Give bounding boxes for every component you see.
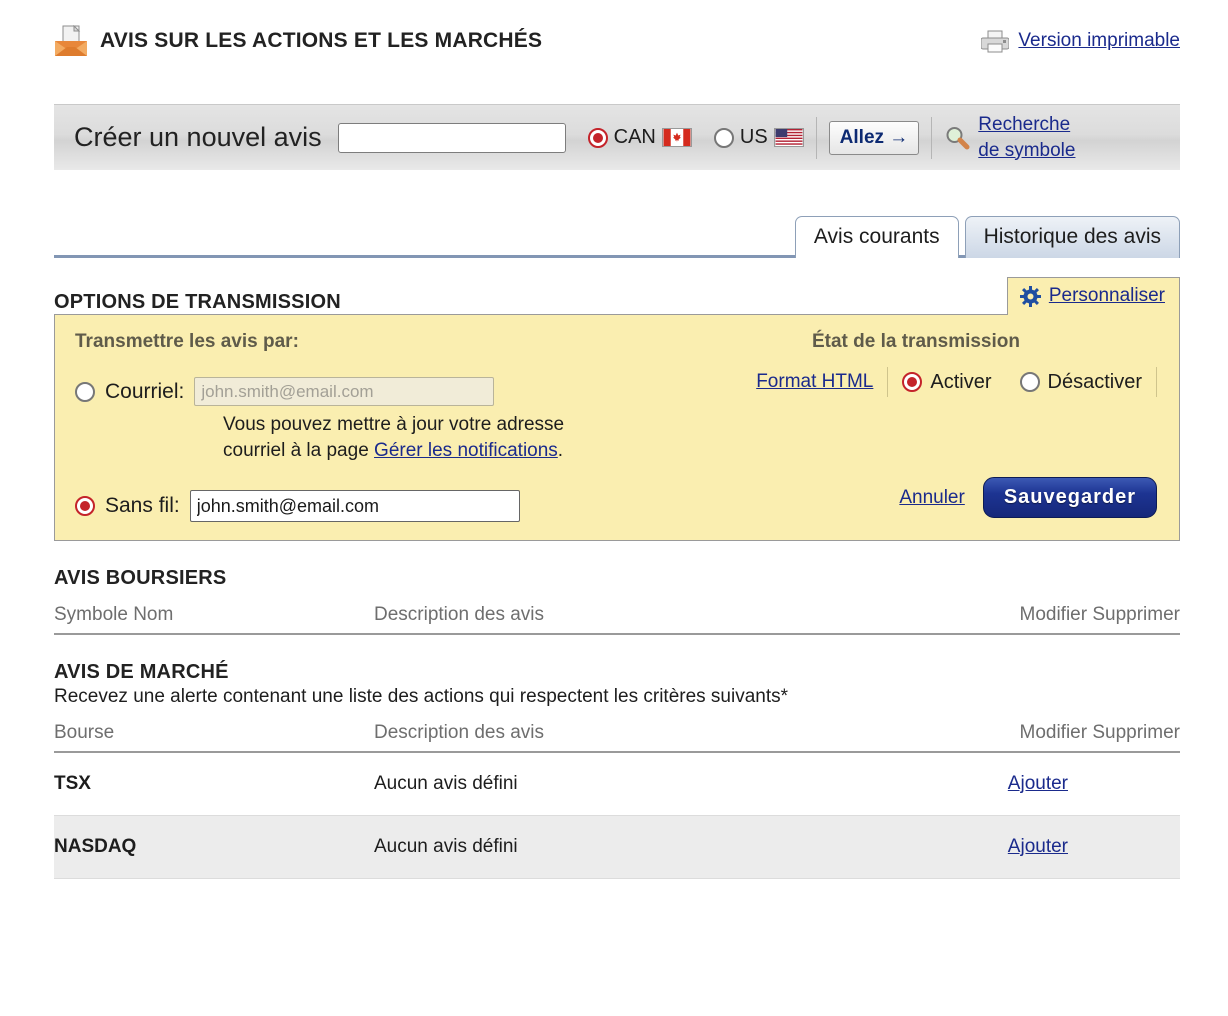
go-button[interactable]: Allez → xyxy=(828,120,920,155)
stock-alerts-table: Symbole Nom Description des avis Modifie… xyxy=(54,600,1180,636)
page-title: AVIS SUR LES ACTIONS ET LES MARCHÉS xyxy=(100,29,543,52)
usa-flag-icon xyxy=(773,128,804,147)
col-header-modifier-supprimer: Modifier Supprimer xyxy=(980,718,1180,754)
table-row: NASDAQ Aucun avis défini Ajouter xyxy=(54,815,1180,880)
state-desactiver-label: Désactiver xyxy=(1047,370,1142,393)
email-delivery-row: Courriel: xyxy=(75,377,675,406)
format-html-link[interactable]: Format HTML xyxy=(756,371,873,393)
col-header-bourse: Bourse xyxy=(54,718,374,754)
divider xyxy=(887,367,889,397)
page-root: AVIS SUR LES ACTIONS ET LES MARCHÉS Vers… xyxy=(0,0,1228,880)
wireless-delivery-row: Sans fil: xyxy=(75,490,675,523)
symbol-search-group[interactable]: Recherche de symbole xyxy=(944,112,1075,163)
radio-us[interactable] xyxy=(713,127,734,148)
market-alerts-table: Bourse Description des avis Modifier Sup… xyxy=(54,718,1180,880)
email-update-hint: Vous pouvez mettre à jour votre adresse … xyxy=(223,412,583,464)
transmission-options-title: OPTIONS DE TRANSMISSION xyxy=(54,291,341,313)
page-header-right: Version imprimable xyxy=(981,29,1180,53)
delivery-methods-group: Transmettre les avis par: Courriel: Vous… xyxy=(75,331,675,523)
stock-alerts-section: AVIS BOURSIERS Symbole Nom Description d… xyxy=(54,567,1180,636)
wireless-option-label: Sans fil: xyxy=(105,494,180,518)
col-header-symbole-nom: Symbole Nom xyxy=(54,600,374,636)
email-option-label: Courriel: xyxy=(105,379,185,403)
cancel-link[interactable]: Annuler xyxy=(899,487,965,509)
radio-desactiver[interactable] xyxy=(1019,372,1040,392)
panel-actions: Annuler Sauvegarder xyxy=(675,477,1157,518)
magnifier-icon xyxy=(944,125,970,151)
radio-can[interactable] xyxy=(587,127,608,148)
page-header-left: AVIS SUR LES ACTIONS ET LES MARCHÉS xyxy=(54,25,542,57)
printer-icon xyxy=(981,29,1010,53)
symbol-input[interactable] xyxy=(337,122,566,153)
cell-action: Ajouter xyxy=(980,752,1180,817)
col-header-description: Description des avis xyxy=(374,600,980,636)
wireless-field[interactable] xyxy=(189,490,520,523)
deliver-by-heading: Transmettre les avis par: xyxy=(75,331,299,352)
state-activer-label: Activer xyxy=(930,370,992,393)
tab-avis-courants[interactable]: Avis courants xyxy=(794,216,959,258)
col-header-modifier-supprimer: Modifier Supprimer xyxy=(980,600,1180,636)
market-can-option[interactable]: CAN xyxy=(587,126,692,149)
divider xyxy=(1156,367,1157,397)
transmission-state-group: État de la transmission Format HTML Acti… xyxy=(675,331,1157,522)
col-header-description: Description des avis xyxy=(374,718,980,754)
state-controls-row: Format HTML Activer Désactiver xyxy=(675,367,1157,397)
cell-exchange: TSX xyxy=(54,752,374,817)
market-us-option[interactable]: US xyxy=(713,126,804,149)
symbol-search-link-line1[interactable]: Recherche xyxy=(978,114,1070,135)
cell-description: Aucun avis défini xyxy=(374,752,980,817)
customize-tab[interactable]: Personnaliser xyxy=(1006,277,1180,315)
market-alerts-body: TSX Aucun avis défini Ajouter NASDAQ Aucun a… xyxy=(54,752,1180,880)
table-row: TSX Aucun avis défini Ajouter xyxy=(54,752,1180,817)
add-alert-link[interactable]: Ajouter xyxy=(1008,836,1068,857)
symbol-search-link-line2[interactable]: de symbole xyxy=(978,140,1075,161)
radio-activer[interactable] xyxy=(902,372,923,392)
manage-notifications-link[interactable]: Gérer les notifications xyxy=(374,440,558,461)
cell-action: Ajouter xyxy=(980,815,1180,880)
state-heading: État de la transmission xyxy=(811,331,1020,352)
divider xyxy=(931,116,933,159)
market-alerts-section: AVIS DE MARCHÉ Recevez une alerte conten… xyxy=(54,661,1180,880)
create-alert-bar: Créer un nouvel avis CAN US Allez → Rech… xyxy=(54,104,1180,170)
canada-flag-icon xyxy=(661,128,692,147)
add-alert-link[interactable]: Ajouter xyxy=(1008,773,1068,794)
tab-historique-des-avis[interactable]: Historique des avis xyxy=(964,216,1180,258)
save-button[interactable]: Sauvegarder xyxy=(982,477,1157,518)
divider xyxy=(815,116,817,159)
stock-alerts-title: AVIS BOURSIERS xyxy=(54,567,227,590)
email-field xyxy=(194,377,495,406)
radio-wireless[interactable] xyxy=(75,496,95,517)
transmission-options-header: OPTIONS DE TRANSMISSION Personnaliser xyxy=(54,277,1180,315)
gear-icon xyxy=(1019,285,1041,307)
market-us-label: US xyxy=(739,126,768,148)
table-header-row: Symbole Nom Description des avis Modifie… xyxy=(54,600,1180,636)
market-alerts-title: AVIS DE MARCHÉ xyxy=(54,661,229,684)
page-header: AVIS SUR LES ACTIONS ET LES MARCHÉS Vers… xyxy=(54,0,1180,82)
table-header-row: Bourse Description des avis Modifier Sup… xyxy=(54,718,1180,754)
customize-link[interactable]: Personnaliser xyxy=(1049,285,1165,307)
cell-exchange: NASDAQ xyxy=(54,815,374,880)
tabs-container: Avis courants Historique des avis xyxy=(54,212,1180,258)
document-envelope-icon xyxy=(54,25,88,57)
market-alerts-subtitle: Recevez une alerte contenant une liste d… xyxy=(54,686,789,708)
market-can-label: CAN xyxy=(613,126,656,148)
transmission-options-panel: Transmettre les avis par: Courriel: Vous… xyxy=(54,314,1180,542)
state-option-activer[interactable]: Activer xyxy=(902,370,992,394)
cell-description: Aucun avis défini xyxy=(374,815,980,880)
printable-version-link[interactable]: Version imprimable xyxy=(1018,30,1180,52)
radio-email[interactable] xyxy=(75,381,95,402)
create-alert-label: Créer un nouvel avis xyxy=(74,122,322,152)
hint-text-after: . xyxy=(557,440,564,462)
state-option-desactiver[interactable]: Désactiver xyxy=(1019,370,1142,394)
